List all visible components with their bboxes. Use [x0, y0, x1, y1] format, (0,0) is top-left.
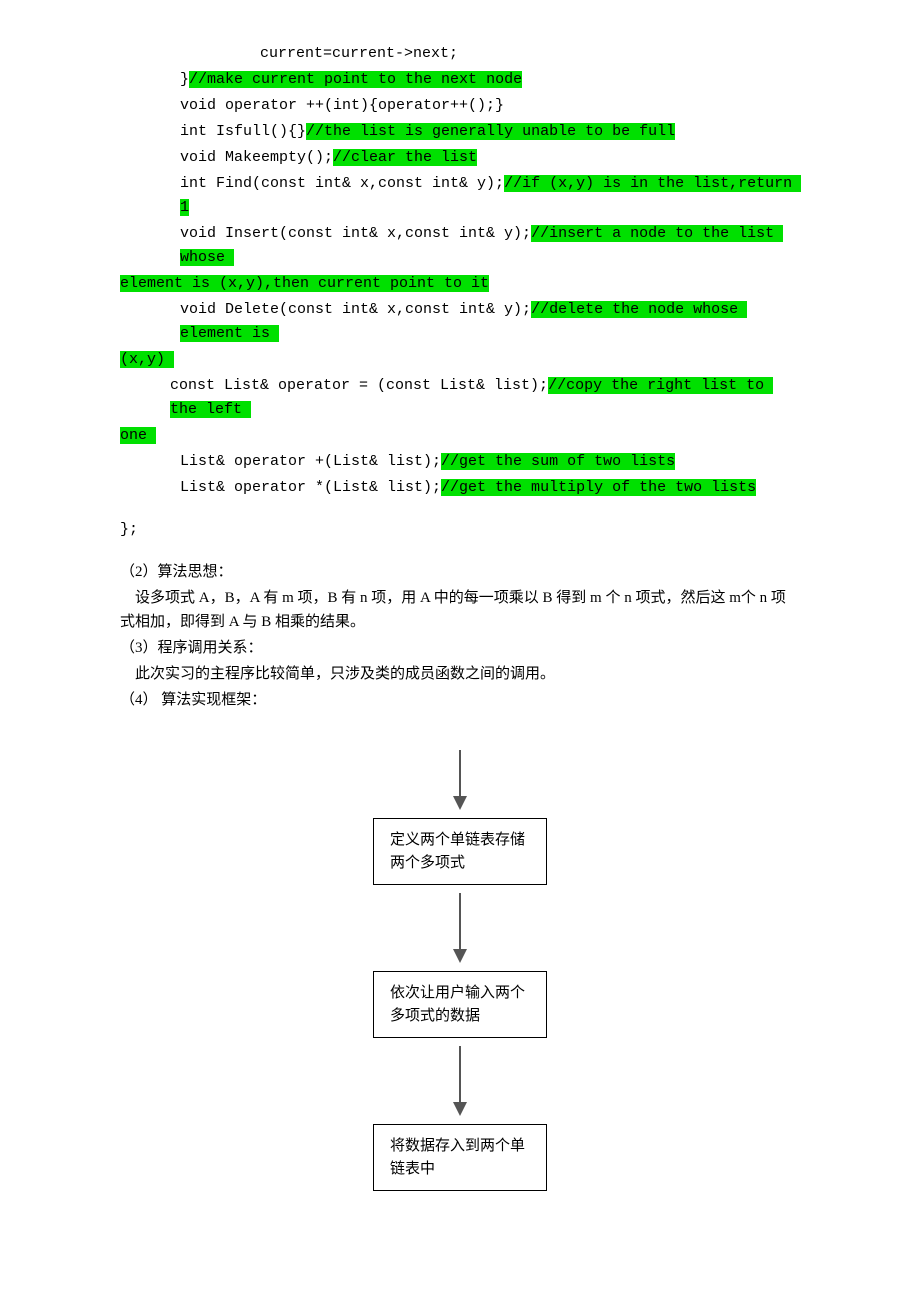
flow-box-text: 将数据存入到两个单链表中: [390, 1138, 525, 1177]
code-line: void Makeempty();//clear the list: [120, 146, 800, 170]
code-line: int Isfull(){}//the list is generally un…: [120, 120, 800, 144]
code-comment: //get the sum of two lists: [441, 453, 675, 470]
code-text: };: [120, 521, 138, 538]
flow-box-text: 定义两个单链表存储两个多项式: [390, 832, 525, 871]
flow-box-2: 依次让用户输入两个多项式的数据: [373, 971, 547, 1038]
section-title: （4） 算法实现框架：: [120, 688, 800, 712]
code-line: current=current->next;: [120, 42, 800, 66]
code-line: int Find(const int& x,const int& y);//if…: [120, 172, 800, 220]
flow-arrow-icon: [448, 750, 472, 810]
code-text: List& operator +(List& list);: [180, 453, 441, 470]
code-block: current=current->next; }//make current p…: [120, 42, 800, 542]
code-line: void Insert(const int& x,const int& y);/…: [120, 222, 800, 270]
code-line: const List& operator = (const List& list…: [120, 374, 800, 422]
document-page: current=current->next; }//make current p…: [0, 0, 920, 1231]
code-line: void Delete(const int& x,const int& y);/…: [120, 298, 800, 346]
code-line: List& operator *(List& list);//get the m…: [120, 476, 800, 500]
code-line: one: [120, 424, 800, 448]
code-text: int Find(const int& x,const int& y);: [180, 175, 504, 192]
code-text: void Insert(const int& x,const int& y);: [180, 225, 531, 242]
code-line: };: [120, 518, 800, 542]
flow-box-3: 将数据存入到两个单链表中: [373, 1124, 547, 1191]
code-line: }//make current point to the next node: [120, 68, 800, 92]
code-comment: //the list is generally unable to be ful…: [306, 123, 675, 140]
code-comment: //make current point to the next node: [189, 71, 522, 88]
code-line: element is (x,y),then current point to i…: [120, 272, 800, 296]
section-title: （2）算法思想：: [120, 560, 800, 584]
code-text: current=current->next;: [260, 45, 458, 62]
code-line: void operator ++(int){operator++();}: [120, 94, 800, 118]
code-text: }: [180, 71, 189, 88]
code-text: void operator ++(int){operator++();}: [180, 97, 504, 114]
code-comment: element is (x,y),then current point to i…: [120, 275, 489, 292]
code-comment: one: [120, 427, 156, 444]
flowchart: 定义两个单链表存储两个多项式 依次让用户输入两个多项式的数据 将数据存入到两个单…: [120, 742, 800, 1191]
code-text: const List& operator = (const List& list…: [170, 377, 548, 394]
code-line: (x,y): [120, 348, 800, 372]
code-text: List& operator *(List& list);: [180, 479, 441, 496]
code-comment: //get the multiply of the two lists: [441, 479, 756, 496]
section-paragraph: 此次实习的主程序比较简单，只涉及类的成员函数之间的调用。: [120, 662, 800, 686]
section-2: （2）算法思想： 设多项式 A，B，A 有 m 项，B 有 n 项，用 A 中的…: [120, 560, 800, 712]
section-paragraph: 设多项式 A，B，A 有 m 项，B 有 n 项，用 A 中的每一项乘以 B 得…: [120, 586, 800, 634]
flow-box-text: 依次让用户输入两个多项式的数据: [390, 985, 525, 1024]
code-text: void Delete(const int& x,const int& y);: [180, 301, 531, 318]
code-line: List& operator +(List& list);//get the s…: [120, 450, 800, 474]
code-comment: (x,y): [120, 351, 174, 368]
flow-box-1: 定义两个单链表存储两个多项式: [373, 818, 547, 885]
flow-arrow-icon: [448, 1046, 472, 1116]
section-title: （3）程序调用关系：: [120, 636, 800, 660]
code-text: int Isfull(){}: [180, 123, 306, 140]
flow-arrow-icon: [448, 893, 472, 963]
code-comment: //clear the list: [333, 149, 477, 166]
code-text: void Makeempty();: [180, 149, 333, 166]
